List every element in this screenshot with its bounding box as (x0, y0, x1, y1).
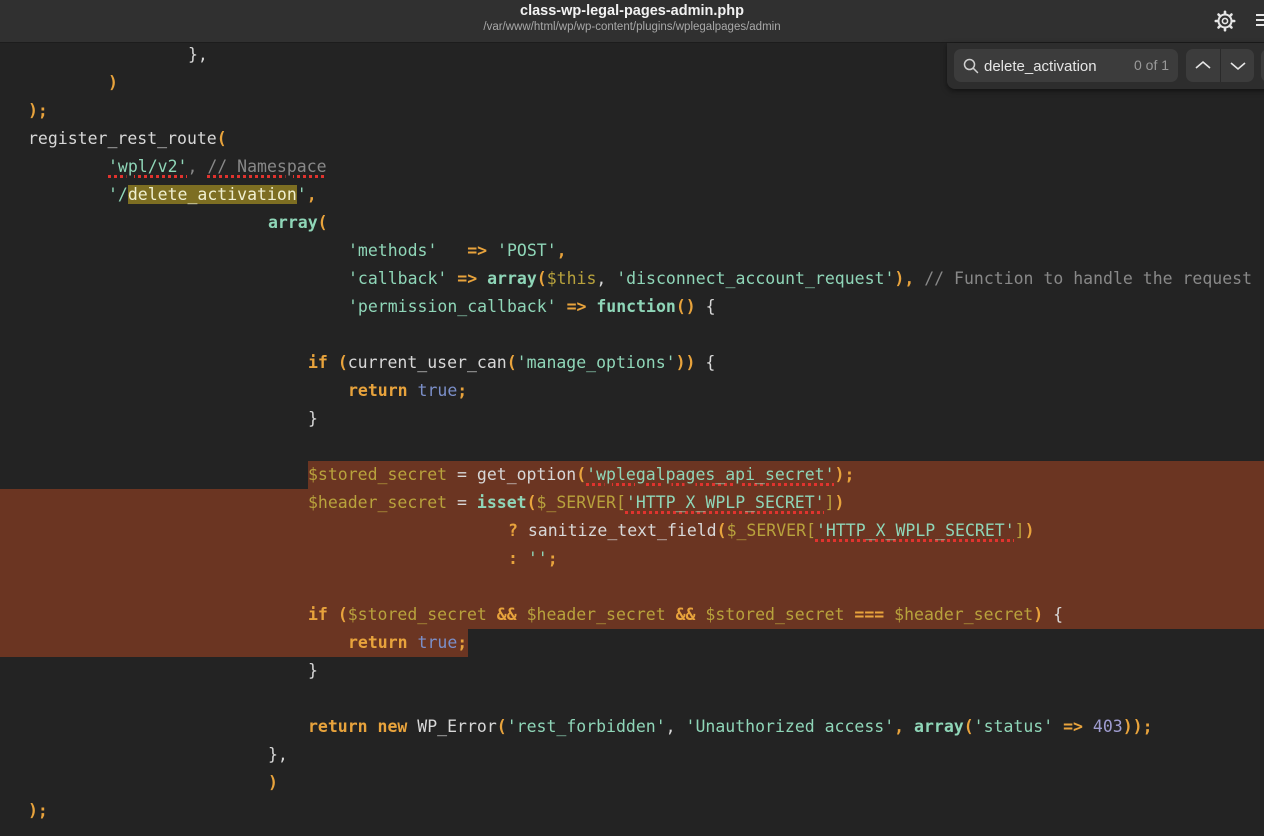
chevron-up-icon (1195, 60, 1211, 69)
code-line: 'permission_callback' => function() { (348, 297, 716, 316)
code-line: register_rest_route( (28, 129, 227, 148)
code-line: 'callback' => array($this, 'disconnect_a… (348, 269, 1253, 288)
code-line: if (current_user_can('manage_options')) … (308, 353, 716, 372)
search-match: delete_activation (127, 185, 297, 204)
code-line: return new WP_Error('rest_forbidden', 'U… (308, 717, 1153, 736)
code-line: ) (268, 773, 278, 792)
code-line: if ($stored_secret && $header_secret && … (308, 605, 1064, 624)
code-line: ) (108, 73, 118, 92)
code-line: : ''; (508, 549, 558, 568)
header-bar: class-wp-legal-pages-admin.php /var/www/… (0, 0, 1264, 43)
code-line: 'methods' => 'POST', (348, 241, 567, 260)
previous-match-button[interactable] (1186, 49, 1220, 82)
search-field[interactable]: 0 of 1 (954, 49, 1178, 82)
search-input[interactable] (984, 56, 1114, 76)
search-bar: 0 of 1 (947, 43, 1264, 89)
code-line: '/delete_activation', (108, 185, 317, 204)
code-line: }, (268, 745, 288, 764)
window-title: class-wp-legal-pages-admin.php (520, 3, 744, 19)
search-icon (963, 58, 979, 74)
code-line: ); (28, 101, 48, 120)
code-line: ? sanitize_text_field($_SERVER['HTTP_X_W… (508, 521, 1035, 540)
code-editor[interactable]: }, ) ); register_rest_route( 'wpl/v2', /… (0, 43, 1264, 836)
search-navigation (1186, 49, 1254, 82)
code-line: $stored_secret = get_option('wplegalpage… (308, 465, 855, 484)
match-count: 0 of 1 (1134, 57, 1170, 73)
code-line: 'wpl/v2', // Namespace (108, 157, 327, 176)
code-line: } (308, 409, 318, 428)
gear-icon[interactable] (1214, 10, 1236, 32)
file-path: /var/www/html/wp/wp-content/plugins/wple… (483, 21, 781, 33)
chevron-down-icon (1230, 62, 1246, 71)
next-match-button[interactable] (1220, 49, 1254, 82)
code-line: $header_secret = isset($_SERVER['HTTP_X_… (308, 493, 845, 512)
code-line: array( (268, 213, 328, 232)
code-line: ); (28, 801, 48, 820)
code-line: return true; (348, 381, 468, 400)
code-line: } (308, 661, 318, 680)
hamburger-menu-icon[interactable] (1256, 14, 1264, 28)
code-line: return true; (348, 633, 468, 652)
code-line: }, (188, 45, 208, 64)
